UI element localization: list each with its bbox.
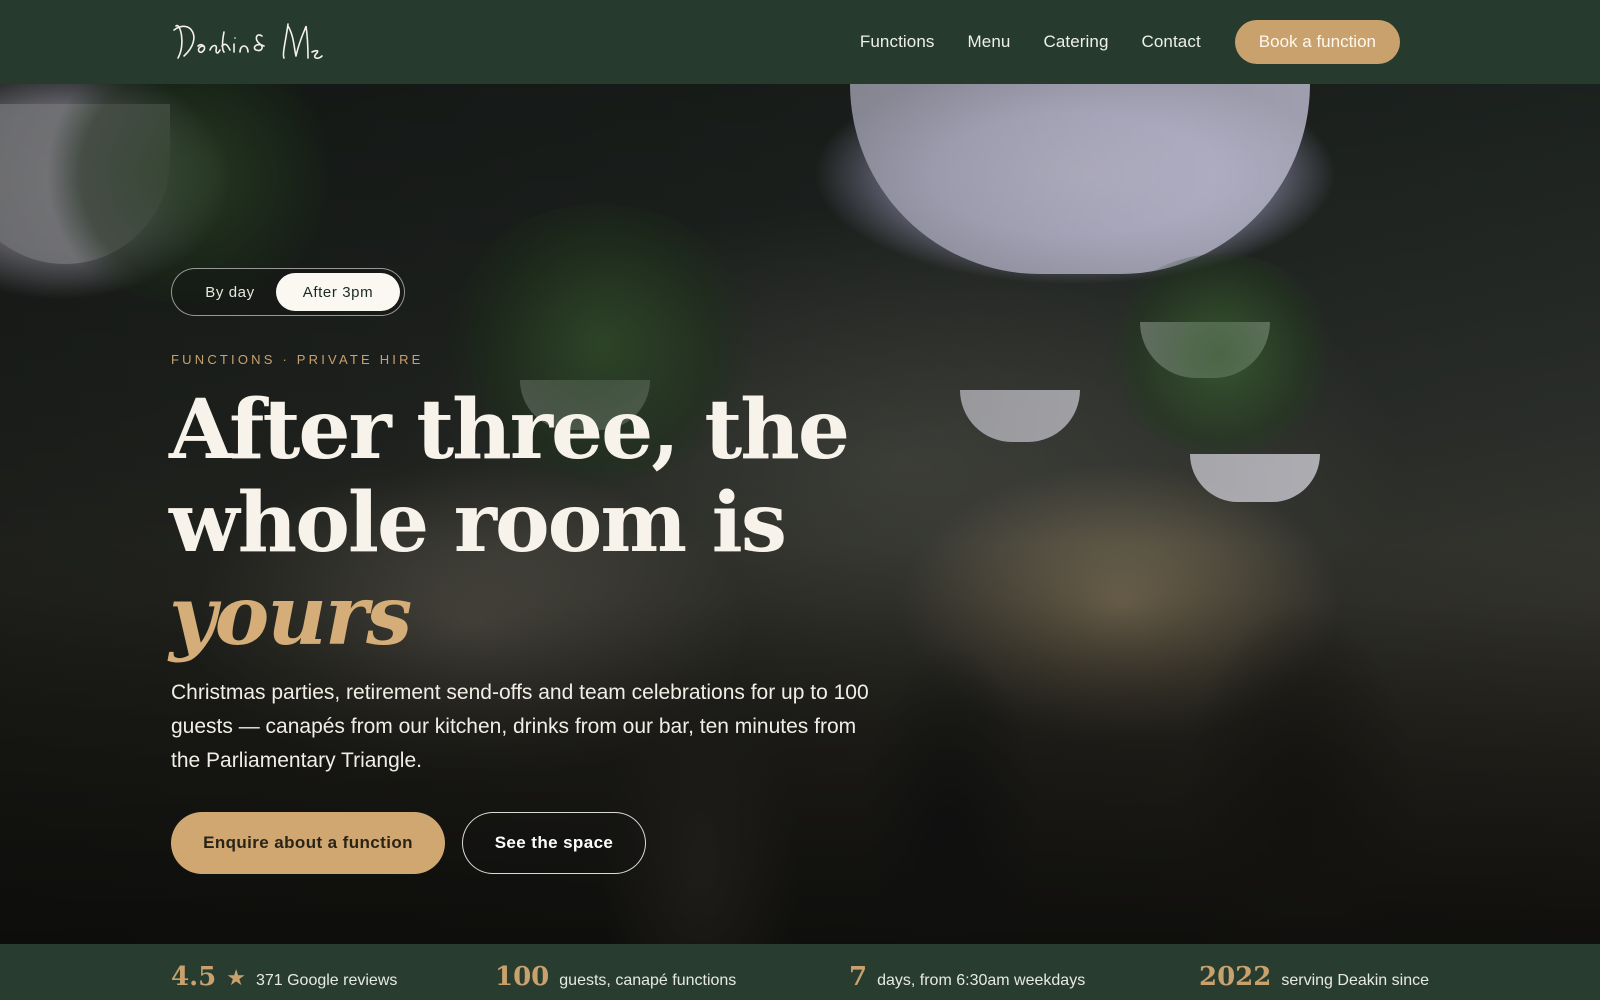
hero-eyebrow: FUNCTIONS · PRIVATE HIRE <box>171 352 424 367</box>
toggle-after-3pm[interactable]: After 3pm <box>276 273 400 311</box>
nav-catering[interactable]: Catering <box>1043 32 1108 52</box>
site-header: Functions Menu Catering Contact Book a f… <box>0 0 1600 84</box>
headline-line-2: whole room is <box>169 475 787 571</box>
nav-functions[interactable]: Functions <box>860 32 935 52</box>
hero-headline: After three, the whole room is yours <box>169 384 869 663</box>
logo-script-wordmark <box>173 23 323 59</box>
see-space-button[interactable]: See the space <box>462 812 646 874</box>
site-logo[interactable] <box>170 14 330 70</box>
stat-guests: 100 guests, canapé functions <box>495 962 736 992</box>
headline-accent: yours <box>169 568 412 664</box>
stat-since: 2022 serving Deakin since <box>1199 962 1429 992</box>
book-function-button[interactable]: Book a function <box>1234 20 1400 64</box>
hero-section: By day After 3pm FUNCTIONS · PRIVATE HIR… <box>0 84 1600 944</box>
toggle-by-day[interactable]: By day <box>180 273 280 311</box>
stats-strip: 4.5 ★ 371 Google reviews 100 guests, can… <box>0 944 1600 1000</box>
stat-value: 100 <box>495 962 550 992</box>
nav-contact[interactable]: Contact <box>1142 32 1201 52</box>
stat-days: 7 days, from 6:30am weekdays <box>849 962 1085 992</box>
stat-value: 4.5 <box>171 962 217 992</box>
nav-menu[interactable]: Menu <box>968 32 1011 52</box>
hero-lead-text: Christmas parties, retirement send-offs … <box>171 681 869 772</box>
main-nav: Functions Menu Catering Contact Book a f… <box>860 20 1400 64</box>
stat-value: 2022 <box>1199 962 1272 992</box>
headline-line-1: After three, the <box>169 382 850 478</box>
stat-label: guests, canapé functions <box>559 972 737 989</box>
enquire-function-button[interactable]: Enquire about a function <box>171 812 445 874</box>
stat-value: 7 <box>849 962 868 992</box>
stat-label: serving Deakin since <box>1281 972 1429 989</box>
stat-reviews: 4.5 ★ 371 Google reviews <box>171 962 397 992</box>
time-of-day-toggle: By day After 3pm <box>171 268 405 316</box>
star-icon: ★ <box>226 965 246 990</box>
stat-label: days, from 6:30am weekdays <box>877 972 1086 989</box>
stat-label: 371 Google reviews <box>255 972 398 989</box>
